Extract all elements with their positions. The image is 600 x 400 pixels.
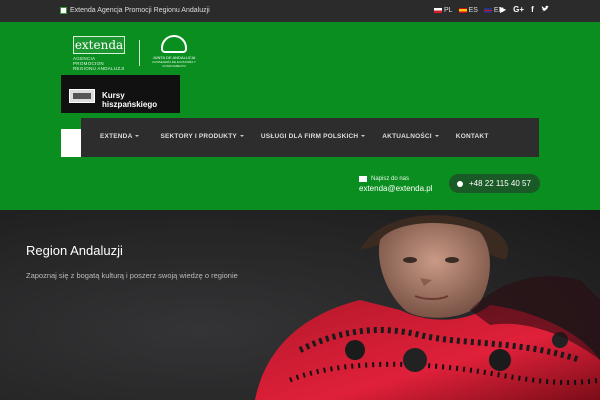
twitter-icon[interactable] (540, 5, 550, 15)
main-navigation: EXTENDA SEKTORY I PRODUKTY USŁUGI DLA FI… (81, 118, 539, 157)
mail-label: Napisz do nas (371, 176, 410, 182)
spain-flag-icon (458, 7, 467, 13)
course-link[interactable]: Kursy hiszpańskiego (61, 75, 180, 113)
junta-andalucia-logo[interactable]: JUNTA DE ANDALUCIA CONSEJERÍA DE ECONOMÍ… (148, 35, 200, 69)
extenda-logo-wordmark: extenda (73, 36, 125, 54)
nav-item-aktualnosci[interactable]: AKTUALNOŚCI (382, 133, 439, 140)
language-switcher: PL ES EN (434, 7, 504, 14)
hero-photo (255, 215, 600, 400)
phone-icon (457, 180, 463, 187)
site-link[interactable]: Extenda Agencja Promocji Regionu Andaluz… (60, 7, 210, 14)
site-header: extenda AGENCIA PROMOCION REGIONU ANDALU… (0, 22, 600, 210)
junta-subtitle: CONSEJERÍA DE ECONOMÍA Y CONOCIMIENTO (152, 60, 196, 68)
course-label: Kursy hiszpańskiego (102, 91, 158, 109)
chevron-down-icon (135, 135, 140, 138)
school-icon (69, 89, 95, 103)
uk-flag-icon (483, 7, 492, 13)
junta-emblem-icon (161, 35, 187, 53)
hero-subtitle: Zapoznaj się z bogatą kulturą i poszerz … (26, 271, 238, 280)
nav-item-extenda[interactable]: EXTENDA (100, 133, 140, 140)
chevron-down-icon (239, 135, 244, 138)
contact-email[interactable]: Napisz do nas extenda@extenda.pl (359, 176, 433, 193)
phone-number: +48 22 115 40 57 (469, 179, 531, 188)
nav-item-sektory[interactable]: SEKTORY I PRODUKTY (160, 133, 244, 140)
hero-banner: Region Andaluzji Zapoznaj się z bogatą k… (0, 210, 600, 400)
facebook-icon[interactable]: f (531, 5, 534, 15)
nav-item-kontakt[interactable]: KONTAKT (456, 133, 489, 140)
extenda-logo-tagline: AGENCIA PROMOCION REGIONU ANDALUZJI (73, 56, 125, 71)
extenda-logo[interactable]: extenda AGENCIA PROMOCION REGIONU ANDALU… (73, 36, 125, 72)
top-bar: Extenda Agencja Promocji Regionu Andaluz… (0, 0, 600, 22)
youtube-icon[interactable]: ▶ (500, 5, 506, 15)
nav-item-uslugi[interactable]: USŁUGI DLA FIRM POLSKICH (261, 133, 366, 140)
site-icon (60, 7, 67, 14)
nav-left-block (61, 129, 81, 157)
lang-pl[interactable]: PL (434, 7, 453, 14)
phone-button[interactable]: +48 22 115 40 57 (449, 174, 540, 193)
lang-es[interactable]: ES (458, 7, 478, 14)
envelope-icon (359, 176, 367, 182)
poland-flag-icon (434, 7, 442, 13)
site-name: Extenda Agencja Promocji Regionu Andaluz… (70, 7, 210, 14)
mail-address: extenda@extenda.pl (359, 184, 433, 193)
hero-title: Region Andaluzji (26, 243, 123, 258)
logo-divider (139, 40, 140, 66)
google-plus-icon[interactable]: G+ (513, 5, 524, 15)
chevron-down-icon (361, 135, 366, 138)
chevron-down-icon (434, 135, 439, 138)
social-links: ▶ G+ f (500, 5, 550, 15)
